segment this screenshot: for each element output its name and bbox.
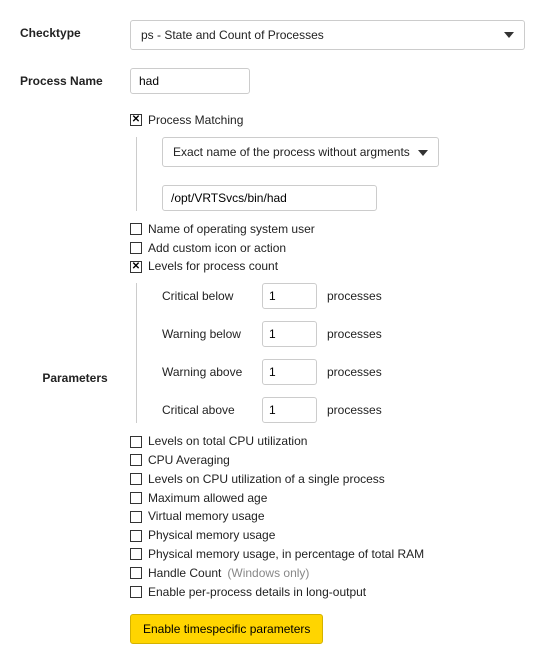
parameters-label: Parameters — [42, 371, 107, 385]
checkbox-label: Enable per-process details in long-outpu… — [148, 584, 366, 601]
process-name-input[interactable] — [130, 68, 250, 94]
process-matching-mode-value: Exact name of the process without argmen… — [173, 145, 410, 159]
chevron-down-icon — [418, 145, 428, 159]
warning-above-input[interactable] — [262, 359, 317, 385]
level-unit: processes — [327, 365, 382, 379]
process-name-label: Process Name — [20, 68, 130, 88]
checkbox-label: CPU Averaging — [148, 452, 230, 469]
level-unit: processes — [327, 327, 382, 341]
chevron-down-icon — [504, 32, 514, 38]
level-unit: processes — [327, 403, 382, 417]
checktype-label: Checktype — [20, 20, 130, 40]
per-process-details-checkbox[interactable] — [130, 586, 142, 598]
physical-memory-checkbox[interactable] — [130, 530, 142, 542]
process-matching-mode-select[interactable]: Exact name of the process without argmen… — [162, 137, 439, 167]
custom-icon-checkbox[interactable] — [130, 242, 142, 254]
virtual-memory-checkbox[interactable] — [130, 511, 142, 523]
checktype-value: ps - State and Count of Processes — [141, 28, 324, 42]
os-user-checkbox[interactable] — [130, 223, 142, 235]
level-label: Warning below — [162, 327, 252, 341]
level-unit: processes — [327, 289, 382, 303]
checkbox-label: Maximum allowed age — [148, 490, 267, 507]
levels-total-cpu-checkbox[interactable] — [130, 436, 142, 448]
checkbox-label: Handle Count — [148, 565, 221, 582]
checkbox-label: Virtual memory usage — [148, 508, 265, 525]
handle-count-checkbox[interactable] — [130, 567, 142, 579]
checkbox-label: Physical memory usage — [148, 527, 275, 544]
enable-timespecific-button[interactable]: Enable timespecific parameters — [130, 614, 323, 644]
custom-icon-label: Add custom icon or action — [148, 240, 286, 257]
level-label: Critical below — [162, 289, 252, 303]
max-age-checkbox[interactable] — [130, 492, 142, 504]
levels-single-cpu-checkbox[interactable] — [130, 473, 142, 485]
level-label: Critical above — [162, 403, 252, 417]
warning-below-input[interactable] — [262, 321, 317, 347]
process-matching-path-input[interactable] — [162, 185, 377, 211]
levels-count-checkbox[interactable] — [130, 261, 142, 273]
critical-above-input[interactable] — [262, 397, 317, 423]
checktype-select[interactable]: ps - State and Count of Processes — [130, 20, 525, 50]
checkbox-label: Levels on CPU utilization of a single pr… — [148, 471, 385, 488]
checkbox-label: Levels on total CPU utilization — [148, 433, 307, 450]
checkbox-note: (Windows only) — [227, 565, 309, 582]
levels-count-label: Levels for process count — [148, 258, 278, 275]
checkbox-label: Physical memory usage, in percentage of … — [148, 546, 424, 563]
level-label: Warning above — [162, 365, 252, 379]
process-matching-checkbox[interactable] — [130, 114, 142, 126]
process-matching-label: Process Matching — [148, 112, 243, 129]
physical-memory-pct-checkbox[interactable] — [130, 548, 142, 560]
cpu-averaging-checkbox[interactable] — [130, 454, 142, 466]
critical-below-input[interactable] — [262, 283, 317, 309]
os-user-label: Name of operating system user — [148, 221, 315, 238]
